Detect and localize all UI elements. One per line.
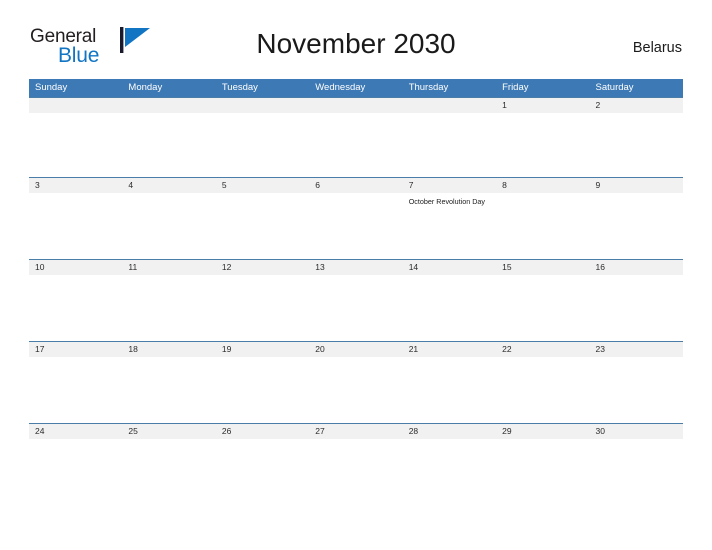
day-event-cell[interactable]	[496, 193, 589, 259]
day-event-cell[interactable]	[29, 357, 122, 423]
day-event-cell[interactable]	[496, 357, 589, 423]
day-event-cell[interactable]	[122, 439, 215, 505]
date-number[interactable]: 27	[309, 424, 402, 439]
week-date-band: 17 18 19 20 21 22 23	[29, 342, 683, 357]
week-event-band	[29, 113, 683, 177]
day-event-cell[interactable]	[29, 193, 122, 259]
day-header-saturday: Saturday	[595, 82, 634, 93]
date-number[interactable]: 4	[122, 178, 215, 193]
calendar-week-row: 10 11 12 13 14 15 16	[29, 259, 683, 341]
day-header-thursday: Thursday	[408, 82, 449, 93]
day-event-cell[interactable]	[216, 193, 309, 259]
page-header: General Blue November 2030 Belarus	[0, 0, 712, 67]
page-title: November 2030	[256, 28, 456, 59]
date-number[interactable]: 25	[122, 424, 215, 439]
date-number[interactable]: 2	[590, 98, 683, 113]
day-event-cell[interactable]	[309, 193, 402, 259]
day-event-cell[interactable]	[403, 113, 496, 177]
date-number[interactable]: 6	[309, 178, 402, 193]
day-event-cell[interactable]	[216, 275, 309, 341]
day-event-cell[interactable]	[122, 193, 215, 259]
day-event-cell[interactable]	[29, 113, 122, 177]
day-event-cell[interactable]	[590, 439, 683, 505]
calendar-week-row: 3 4 5 6 7 8 9 October Revolution Day	[29, 177, 683, 259]
date-number[interactable]: 1	[496, 98, 589, 113]
date-number[interactable]	[122, 98, 215, 113]
day-event-cell[interactable]	[590, 357, 683, 423]
date-number[interactable]: 5	[216, 178, 309, 193]
week-date-band: 1 2	[29, 98, 683, 113]
calendar-week-row: 17 18 19 20 21 22 23	[29, 341, 683, 423]
country-label: Belarus	[632, 40, 682, 56]
date-number[interactable]: 20	[309, 342, 402, 357]
day-header-tuesday: Tuesday	[221, 82, 258, 93]
date-number[interactable]: 15	[496, 260, 589, 275]
calendar-page: General Blue November 2030 Belarus Sunda…	[0, 0, 712, 550]
week-event-band	[29, 275, 683, 341]
day-of-week-header-row: Sunday Monday Tuesday Wednesday Thursday…	[29, 79, 683, 97]
calendar-week-row: 1 2	[29, 97, 683, 177]
date-number[interactable]: 19	[216, 342, 309, 357]
day-event-cell[interactable]	[496, 113, 589, 177]
date-number[interactable]: 9	[590, 178, 683, 193]
date-number[interactable]: 22	[496, 342, 589, 357]
day-header-friday: Friday	[502, 82, 529, 93]
day-event-cell[interactable]	[496, 439, 589, 505]
day-event-cell[interactable]	[309, 275, 402, 341]
day-event-cell[interactable]	[122, 357, 215, 423]
day-event-cell[interactable]	[122, 113, 215, 177]
date-number[interactable]	[309, 98, 402, 113]
day-event-cell[interactable]	[590, 113, 683, 177]
date-number[interactable]: 24	[29, 424, 122, 439]
day-event-cell[interactable]	[29, 275, 122, 341]
day-event-cell[interactable]	[122, 275, 215, 341]
date-number[interactable]: 23	[590, 342, 683, 357]
date-number[interactable]: 29	[496, 424, 589, 439]
day-event-cell[interactable]	[496, 275, 589, 341]
date-number[interactable]	[403, 98, 496, 113]
week-event-band	[29, 439, 683, 505]
date-number[interactable]: 12	[216, 260, 309, 275]
day-header-wednesday: Wednesday	[315, 82, 366, 93]
date-number[interactable]: 13	[309, 260, 402, 275]
date-number[interactable]: 30	[590, 424, 683, 439]
day-event-cell[interactable]	[403, 439, 496, 505]
day-event-cell[interactable]	[29, 439, 122, 505]
week-event-band	[29, 357, 683, 423]
week-event-band: October Revolution Day	[29, 193, 683, 259]
date-number[interactable]: 16	[590, 260, 683, 275]
calendar-week-row: 24 25 26 27 28 29 30	[29, 423, 683, 505]
date-number[interactable]: 3	[29, 178, 122, 193]
day-header-sunday: Sunday	[35, 82, 68, 93]
day-event-cell[interactable]	[309, 113, 402, 177]
date-number[interactable]: 26	[216, 424, 309, 439]
day-event-cell[interactable]	[216, 113, 309, 177]
week-date-band: 3 4 5 6 7 8 9	[29, 178, 683, 193]
day-event-cell[interactable]	[216, 357, 309, 423]
day-event-cell[interactable]	[403, 357, 496, 423]
date-number[interactable]: 17	[29, 342, 122, 357]
day-event-cell[interactable]	[403, 275, 496, 341]
day-event-cell[interactable]	[590, 275, 683, 341]
day-event-cell[interactable]	[216, 439, 309, 505]
date-number[interactable]: 11	[122, 260, 215, 275]
day-header-monday: Monday	[128, 82, 163, 93]
day-event-cell[interactable]	[309, 357, 402, 423]
date-number[interactable]: 21	[403, 342, 496, 357]
day-event-cell-holiday[interactable]: October Revolution Day	[403, 193, 496, 259]
date-number[interactable]: 18	[122, 342, 215, 357]
date-number[interactable]: 8	[496, 178, 589, 193]
date-number[interactable]: 14	[403, 260, 496, 275]
date-number[interactable]: 7	[403, 178, 496, 193]
day-event-cell[interactable]	[309, 439, 402, 505]
week-date-band: 24 25 26 27 28 29 30	[29, 424, 683, 439]
date-number[interactable]	[29, 98, 122, 113]
calendar-grid: Sunday Monday Tuesday Wednesday Thursday…	[29, 79, 683, 505]
date-number[interactable]: 10	[29, 260, 122, 275]
day-event-cell[interactable]	[590, 193, 683, 259]
week-date-band: 10 11 12 13 14 15 16	[29, 260, 683, 275]
date-number[interactable]	[216, 98, 309, 113]
date-number[interactable]: 28	[403, 424, 496, 439]
